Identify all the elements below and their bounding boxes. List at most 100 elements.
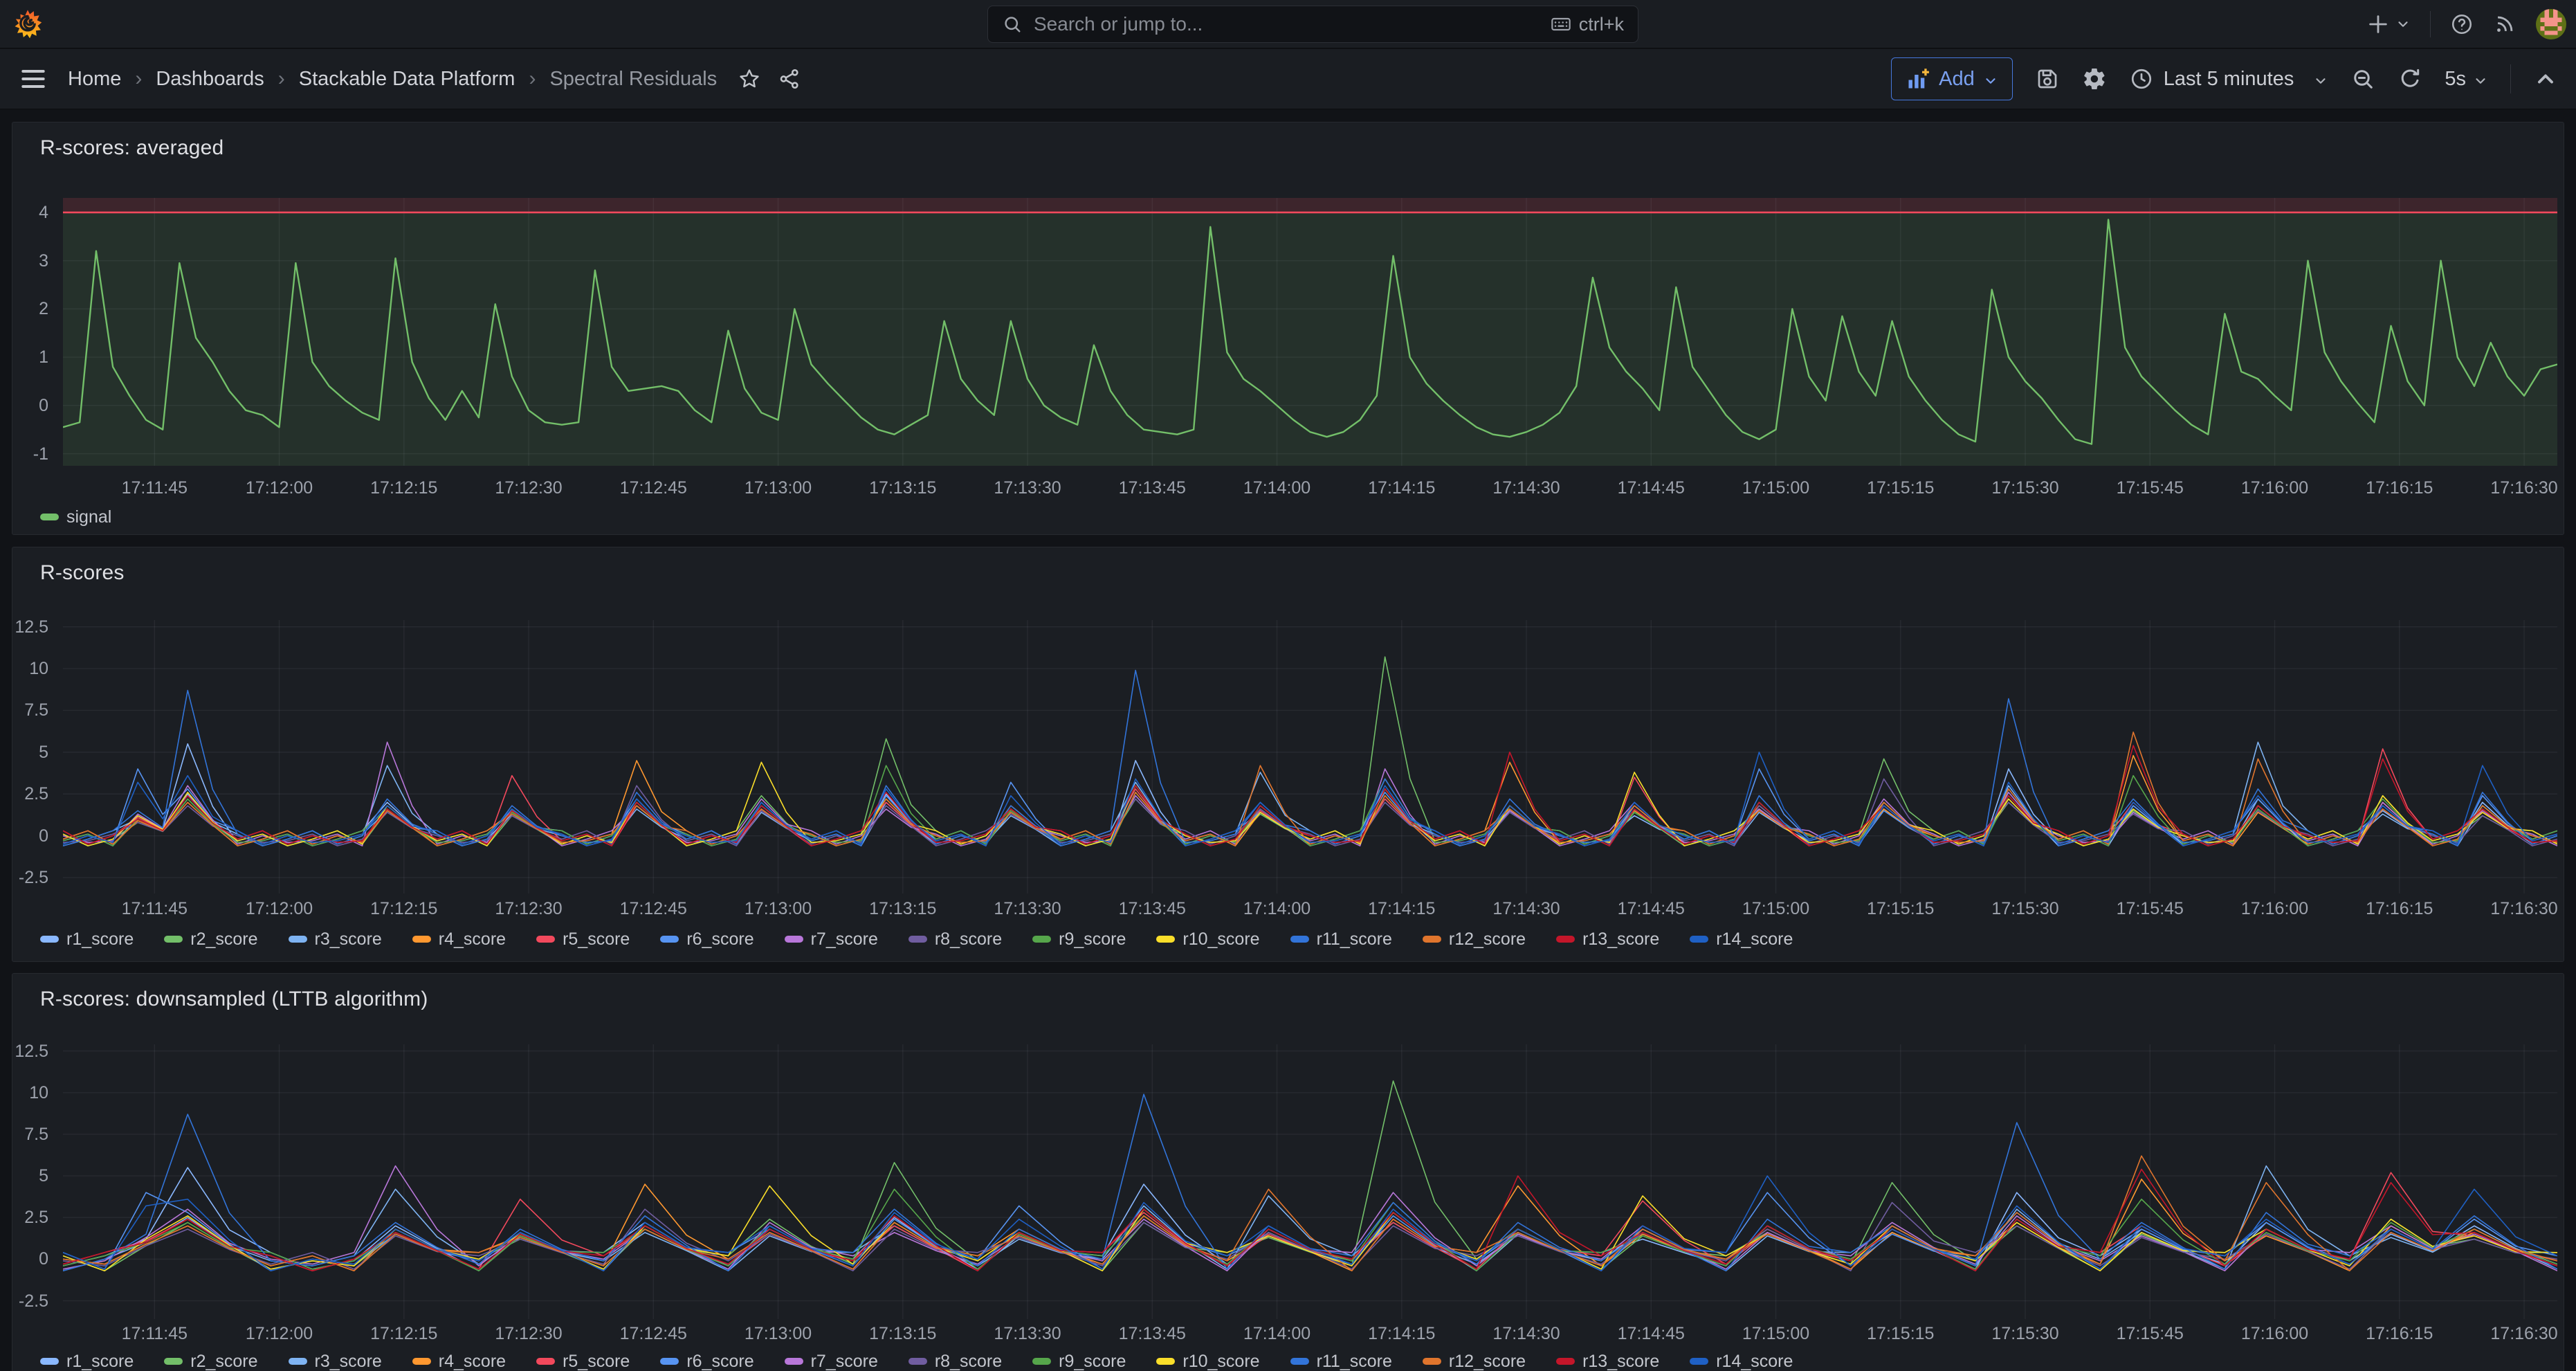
legend-item-r14_score[interactable]: r14_score bbox=[1690, 1352, 1793, 1371]
legend-swatch bbox=[40, 514, 59, 520]
legend-item-r5_score[interactable]: r5_score bbox=[536, 1352, 630, 1371]
user-avatar[interactable] bbox=[2536, 9, 2566, 39]
x-tick-label: 17:14:45 bbox=[1618, 478, 1685, 498]
legend-item-r2_score[interactable]: r2_score bbox=[164, 929, 257, 950]
legend-item-r12_score[interactable]: r12_score bbox=[1423, 1352, 1526, 1371]
breadcrumb-home[interactable]: Home bbox=[68, 68, 121, 91]
menu-hamburger-button[interactable] bbox=[18, 64, 48, 94]
legend-item-r2_score[interactable]: r2_score bbox=[164, 1352, 257, 1371]
share-button[interactable] bbox=[778, 67, 801, 91]
legend-item-r4_score[interactable]: r4_score bbox=[412, 929, 506, 950]
time-series-plot[interactable] bbox=[63, 198, 2557, 466]
legend-item-r3_score[interactable]: r3_score bbox=[289, 929, 382, 950]
x-tick-label: 17:12:15 bbox=[370, 1324, 437, 1344]
x-tick-label: 17:14:45 bbox=[1618, 899, 1685, 919]
series-line-r11_score bbox=[63, 1094, 2557, 1271]
x-tick-label: 17:13:00 bbox=[745, 1324, 812, 1344]
favorite-star-button[interactable] bbox=[738, 67, 761, 91]
legend-item-r6_score[interactable]: r6_score bbox=[660, 1352, 753, 1371]
y-tick-label: 7.5 bbox=[12, 700, 48, 720]
x-tick-label: 17:12:45 bbox=[620, 1324, 687, 1344]
legend-swatch bbox=[536, 936, 555, 943]
legend-item-r13_score[interactable]: r13_score bbox=[1556, 1352, 1659, 1371]
breadcrumb-current-dashboard[interactable]: Spectral Residuals bbox=[549, 68, 717, 91]
x-tick-label: 17:13:15 bbox=[869, 899, 936, 919]
legend-item-r3_score[interactable]: r3_score bbox=[289, 1352, 382, 1371]
panel-title: R-scores bbox=[40, 561, 125, 585]
plus-icon bbox=[2366, 12, 2390, 36]
legend-swatch bbox=[412, 936, 431, 943]
y-tick-label: 3 bbox=[12, 251, 48, 271]
x-tick-label: 17:13:30 bbox=[994, 1324, 1061, 1344]
x-tick-label: 17:15:00 bbox=[1742, 1324, 1809, 1344]
legend-item-r5_score[interactable]: r5_score bbox=[536, 929, 630, 950]
zoom-out-time-button[interactable] bbox=[2350, 66, 2375, 91]
add-button-label: Add bbox=[1939, 68, 1975, 91]
legend-swatch bbox=[1556, 1358, 1575, 1365]
y-tick-label: 0 bbox=[12, 396, 48, 416]
x-tick-label: 17:16:00 bbox=[2241, 899, 2308, 919]
x-tick-label: 17:15:15 bbox=[1867, 478, 1934, 498]
x-tick-label: 17:16:00 bbox=[2241, 1324, 2308, 1344]
y-tick-label: 5 bbox=[12, 1166, 48, 1186]
y-tick-label: -1 bbox=[12, 444, 48, 464]
y-tick-label: -2.5 bbox=[12, 868, 48, 888]
legend-item-r14_score[interactable]: r14_score bbox=[1690, 929, 1793, 950]
dashboard-settings-gear-icon[interactable] bbox=[2082, 66, 2107, 91]
help-button[interactable] bbox=[2450, 12, 2474, 36]
time-series-plot[interactable] bbox=[63, 620, 2557, 893]
series-line-r1_score bbox=[63, 1168, 2557, 1271]
x-tick-label: 17:16:15 bbox=[2366, 899, 2433, 919]
legend-item-r6_score[interactable]: r6_score bbox=[660, 929, 753, 950]
breadcrumb-dashboards[interactable]: Dashboards bbox=[156, 68, 264, 91]
x-tick-label: 17:16:15 bbox=[2366, 478, 2433, 498]
breadcrumb-folder[interactable]: Stackable Data Platform bbox=[299, 68, 515, 91]
legend-item-r10_score[interactable]: r10_score bbox=[1156, 929, 1259, 950]
legend-item-r12_score[interactable]: r12_score bbox=[1423, 929, 1526, 950]
refresh-interval-dropdown[interactable]: 5s bbox=[2445, 68, 2488, 91]
legend-item-r13_score[interactable]: r13_score bbox=[1556, 929, 1659, 950]
legend-item-r10_score[interactable]: r10_score bbox=[1156, 1352, 1259, 1371]
legend-item-r8_score[interactable]: r8_score bbox=[908, 929, 1002, 950]
add-panel-button[interactable]: Add bbox=[1891, 57, 2013, 100]
chevron-down-icon bbox=[2395, 17, 2411, 32]
y-tick-label: 12.5 bbox=[12, 1042, 48, 1062]
x-tick-label: 17:14:00 bbox=[1243, 899, 1310, 919]
shortcut-text: ctrl+k bbox=[1579, 14, 1624, 35]
legend-item-r1_score[interactable]: r1_score bbox=[40, 1352, 134, 1371]
save-dashboard-button[interactable] bbox=[2035, 66, 2060, 91]
time-range-picker[interactable]: Last 5 minutes bbox=[2129, 66, 2329, 91]
topbar-actions bbox=[2366, 0, 2566, 48]
legend-item-r9_score[interactable]: r9_score bbox=[1032, 1352, 1126, 1371]
legend-item-r11_score[interactable]: r11_score bbox=[1290, 1352, 1392, 1371]
legend-item-r7_score[interactable]: r7_score bbox=[785, 929, 878, 950]
x-tick-label: 17:13:30 bbox=[994, 899, 1061, 919]
x-tick-label: 17:13:15 bbox=[869, 1324, 936, 1344]
news-rss-button[interactable] bbox=[2493, 12, 2516, 36]
grafana-logo-icon[interactable] bbox=[12, 9, 43, 39]
new-menu-button[interactable] bbox=[2366, 12, 2411, 36]
legend-item-r4_score[interactable]: r4_score bbox=[412, 1352, 506, 1371]
legend-swatch bbox=[40, 936, 59, 943]
time-series-plot[interactable] bbox=[63, 1044, 2557, 1319]
refresh-button[interactable] bbox=[2397, 66, 2422, 91]
legend-item-signal[interactable]: signal bbox=[40, 507, 111, 527]
y-axis: 12.5107.552.50-2.5 bbox=[12, 620, 55, 893]
legend-item-r11_score[interactable]: r11_score bbox=[1290, 929, 1392, 950]
x-tick-label: 17:14:00 bbox=[1243, 478, 1310, 498]
series-line-r10_score bbox=[63, 762, 2557, 846]
x-tick-label: 17:11:45 bbox=[122, 478, 188, 498]
global-search-box[interactable]: ctrl+k bbox=[987, 6, 1638, 43]
legend-swatch bbox=[289, 1358, 307, 1365]
legend-item-r7_score[interactable]: r7_score bbox=[785, 1352, 878, 1371]
y-tick-label: 0 bbox=[12, 826, 48, 846]
legend-item-r8_score[interactable]: r8_score bbox=[908, 1352, 1002, 1371]
search-input[interactable] bbox=[1032, 12, 1540, 36]
toolbar-divider bbox=[2510, 64, 2511, 93]
top-navigation-bar: ctrl+k bbox=[0, 0, 2576, 48]
kiosk-mode-chevron-up-button[interactable] bbox=[2533, 66, 2558, 91]
legend-item-r1_score[interactable]: r1_score bbox=[40, 929, 134, 950]
chevron-down-icon bbox=[1983, 71, 1998, 87]
series-line-r5_score bbox=[63, 1172, 2557, 1271]
legend-item-r9_score[interactable]: r9_score bbox=[1032, 929, 1126, 950]
